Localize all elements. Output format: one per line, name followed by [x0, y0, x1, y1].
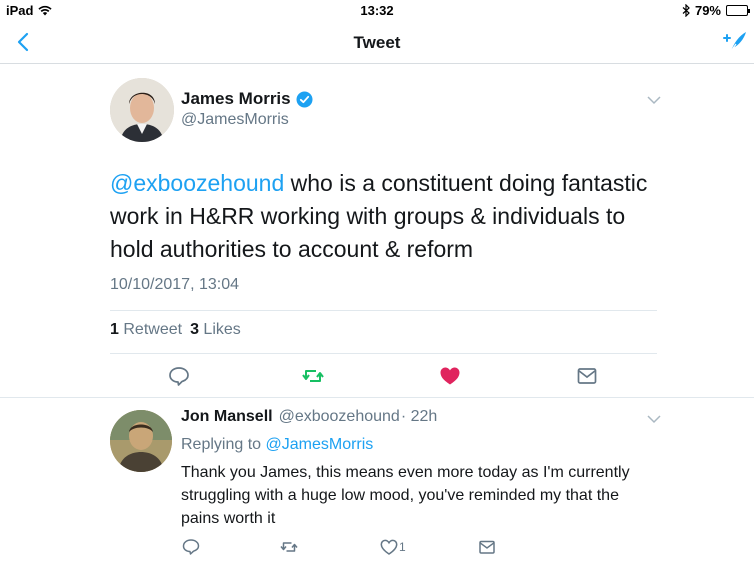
reply-author-handle: @exboozehound [278, 408, 400, 425]
tweet-text: @exboozehound who is a constituent doing… [110, 167, 670, 266]
retweet-label: Retweet [123, 321, 183, 338]
compose-tweet-icon[interactable] [722, 29, 748, 55]
replying-prefix: Replying to [181, 436, 262, 453]
status-right: 79% [682, 3, 750, 18]
author-avatar[interactable] [110, 78, 174, 142]
like-count: 3 [190, 321, 199, 338]
divider-stats-bottom [110, 353, 657, 354]
tweet-text-line1: who is a constituent doing fantastic [284, 170, 648, 196]
reply-reply-icon[interactable] [182, 538, 200, 556]
tweet-mention-link[interactable]: @exboozehound [110, 170, 284, 196]
battery-icon [726, 5, 750, 16]
battery-percent: 79% [694, 3, 721, 18]
reply-icon[interactable] [168, 365, 190, 387]
tweet-text-rest: work in H&RR working with groups & indiv… [110, 203, 626, 262]
reply-retweet-icon[interactable] [280, 538, 298, 556]
tweet-options-chevron-icon[interactable] [647, 95, 661, 105]
tweet-timestamp: 10/10/2017, 13:04 [110, 276, 240, 293]
reply-time-ago: · 22h [400, 408, 438, 425]
reply-text: Thank you James, this means even more to… [181, 464, 630, 527]
like-label: Likes [203, 321, 241, 338]
status-bar: iPad 13:32 79% [0, 0, 754, 22]
divider-reply [0, 397, 754, 398]
reply-author-avatar[interactable] [110, 410, 172, 472]
nav-bar: Tweet [0, 22, 754, 64]
replying-to-line: Replying to @JamesMorris [181, 436, 373, 454]
divider-stats-top [110, 310, 657, 311]
author-name[interactable]: James Morris [181, 89, 313, 109]
nav-title: Tweet [353, 33, 401, 52]
status-time: 13:32 [360, 3, 394, 18]
bluetooth-icon [682, 4, 690, 17]
retweet-count: 1 [110, 321, 119, 338]
reply-like-heart-icon[interactable] [380, 538, 398, 556]
reply-options-chevron-icon[interactable] [647, 414, 661, 424]
tweet-stats: 1 Retweet 3 Likes [110, 321, 241, 339]
author-avatar-image [110, 78, 174, 142]
retweet-stat[interactable]: 1 Retweet [110, 321, 182, 339]
retweet-icon[interactable] [302, 365, 324, 387]
verified-badge-icon [296, 91, 313, 107]
reply-like-count: 1 [399, 540, 406, 554]
like-stat[interactable]: 3 Likes [190, 321, 241, 339]
like-heart-icon[interactable] [439, 365, 461, 387]
reply-header: Jon Mansell @exboozehound · 22h [181, 408, 437, 426]
reply-avatar-image [110, 410, 172, 472]
share-mail-icon[interactable] [576, 365, 598, 387]
reply-author-name[interactable]: Jon Mansell [181, 408, 273, 426]
author-name-text: James Morris [181, 89, 291, 108]
reply-share-mail-icon[interactable] [478, 538, 496, 556]
replying-to-link[interactable]: @JamesMorris [266, 436, 374, 453]
author-handle: @JamesMorris [181, 111, 289, 128]
